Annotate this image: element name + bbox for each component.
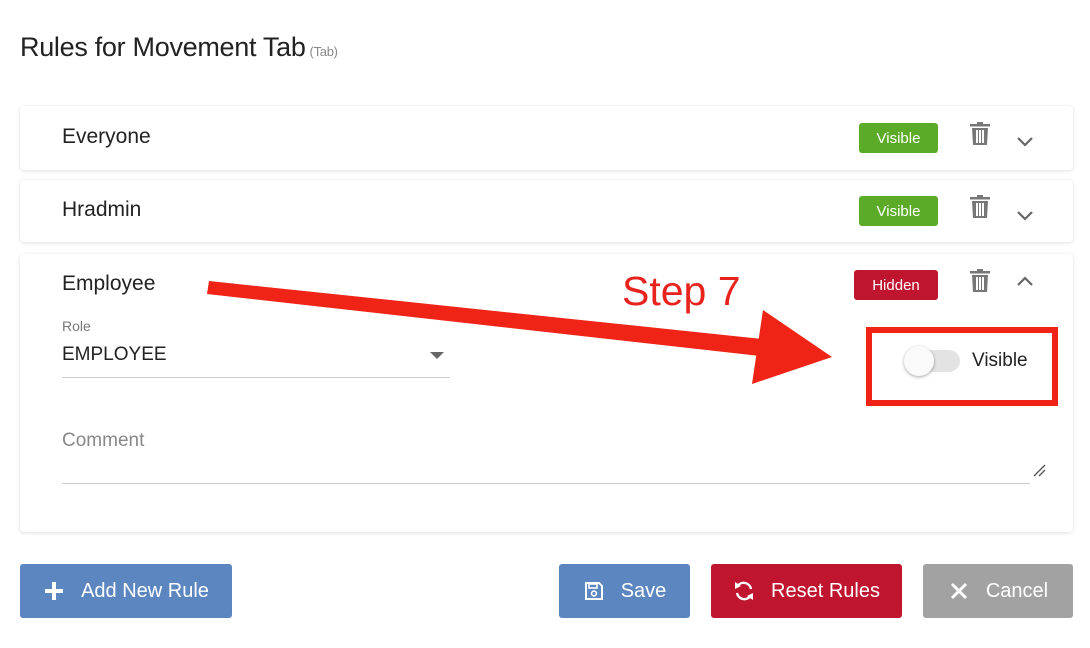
role-label: Role <box>62 318 91 334</box>
role-select-value: EMPLOYEE <box>62 344 167 365</box>
comment-placeholder: Comment <box>62 430 145 451</box>
status-badge: Visible <box>859 196 938 226</box>
resize-handle-icon[interactable] <box>1032 463 1046 477</box>
save-button[interactable]: Save <box>559 564 690 618</box>
chevron-down-icon[interactable] <box>1015 135 1035 149</box>
rule-name: Employee <box>62 272 156 295</box>
floppy-disk-icon <box>583 580 605 602</box>
caret-down-icon <box>430 352 444 359</box>
role-select[interactable]: EMPLOYEE <box>62 340 450 378</box>
annotation-label: Step 7 <box>622 268 741 314</box>
status-badge: Hidden <box>854 270 938 300</box>
trash-icon[interactable] <box>969 269 991 293</box>
cancel-label: Cancel <box>985 579 1049 602</box>
save-label: Save <box>620 579 667 602</box>
annotation-highlight-box <box>866 327 1058 406</box>
chevron-up-icon[interactable] <box>1015 274 1035 288</box>
close-icon <box>948 580 970 602</box>
trash-icon[interactable] <box>969 122 991 146</box>
page-title-subtitle: (Tab) <box>309 44 338 59</box>
comment-field[interactable]: Comment <box>62 422 1046 484</box>
cancel-button[interactable]: Cancel <box>923 564 1073 618</box>
chevron-down-icon[interactable] <box>1015 209 1035 223</box>
page-title: Rules for Movement Tab (Tab) <box>20 32 338 63</box>
reset-rules-button[interactable]: Reset Rules <box>711 564 902 618</box>
rule-card-everyone[interactable]: Everyone Visible <box>20 106 1073 170</box>
refresh-icon <box>733 580 755 602</box>
rule-name: Everyone <box>62 125 151 148</box>
reset-rules-label: Reset Rules <box>771 579 880 602</box>
plus-icon <box>43 580 65 602</box>
rule-card-hradmin[interactable]: Hradmin Visible <box>20 180 1073 242</box>
rule-name: Hradmin <box>62 198 142 221</box>
add-new-rule-label: Add New Rule <box>81 579 209 602</box>
page-title-text: Rules for Movement Tab <box>20 32 306 62</box>
add-new-rule-button[interactable]: Add New Rule <box>20 564 232 618</box>
status-badge: Visible <box>859 123 938 153</box>
trash-icon[interactable] <box>969 195 991 219</box>
